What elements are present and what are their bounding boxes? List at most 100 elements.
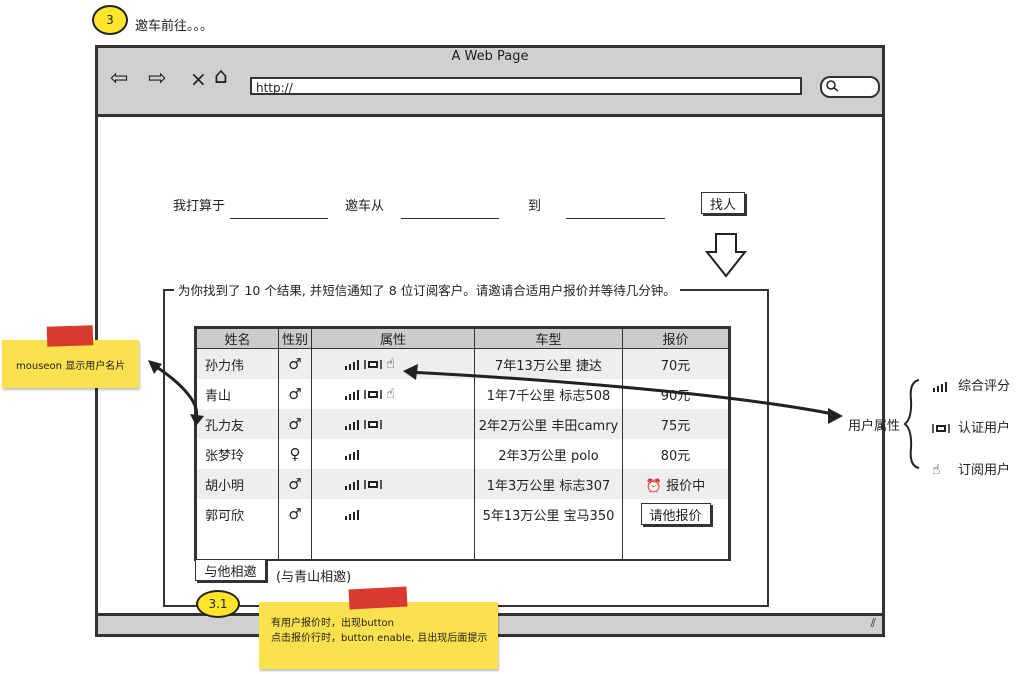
- table-row[interactable]: 孔力友 ♂ 2年2万公里 丰田camry 75元: [196, 409, 729, 439]
- quote-text: 70元: [660, 358, 691, 374]
- cell-attrs: [311, 409, 475, 439]
- table-row[interactable]: 孙力伟 ♂ ☝ 7年13万公里 捷达 70元: [196, 348, 729, 379]
- cell-gender: ♂: [278, 409, 312, 439]
- verified-icon: [364, 389, 382, 399]
- page-title: A Web Page: [451, 49, 529, 64]
- tape-left: [46, 325, 94, 347]
- rating-icon: [345, 359, 359, 370]
- step-badge: 3: [92, 5, 128, 35]
- rating-icon: [345, 479, 359, 490]
- forward-arrow-icon[interactable]: ⇨: [148, 68, 166, 90]
- cell-quote: 请他报价: [622, 499, 729, 529]
- quote-text: 80元: [660, 448, 691, 464]
- quote-text: 报价中: [666, 478, 706, 494]
- cell-name[interactable]: 孔力友: [196, 409, 279, 439]
- date-input[interactable]: [230, 217, 328, 219]
- browser-chrome: A Web Page ⇦ ⇨ × ⌂ http://: [98, 48, 882, 117]
- rating-icon: [933, 382, 947, 392]
- cell-name[interactable]: 孙力伟: [196, 348, 279, 379]
- verified-icon: [932, 424, 950, 433]
- subscribe-icon: ☝: [386, 385, 395, 402]
- cell-name[interactable]: 张梦玲: [196, 439, 279, 469]
- male-icon: ♂: [288, 385, 302, 403]
- back-arrow-icon[interactable]: ⇦: [110, 68, 128, 90]
- to-input[interactable]: [566, 217, 665, 219]
- col-header-quote: 报价: [622, 328, 729, 349]
- clock-icon: ⏰: [645, 478, 663, 494]
- request-quote-button[interactable]: 请他报价: [640, 503, 711, 525]
- verified-icon: [364, 359, 382, 369]
- cell-car: 1年3万公里 标志307: [474, 469, 623, 499]
- legend-title: 用户属性: [848, 419, 901, 434]
- cell-name[interactable]: 胡小明: [196, 469, 279, 499]
- sticky-note-bottom: 有用户报价时，出现button 点击报价行时，button enable, 且出…: [259, 602, 498, 669]
- cell-quote: 90元: [622, 379, 729, 409]
- resize-grip-icon[interactable]: ⫽: [871, 616, 876, 631]
- cell-car: 1年7千公里 标志508: [474, 379, 623, 409]
- invite-button[interactable]: 与他相邀: [195, 559, 266, 581]
- results-table-wrap: 姓名 性别 属性 车型 报价 孙力伟 ♂ ☝ 7年13万公里 捷达 70元 青山 ♂ ☝ 1…: [194, 326, 731, 561]
- cell-name[interactable]: 郭可欣: [196, 499, 279, 529]
- label-to: 到: [528, 199, 542, 214]
- results-table: 姓名 性别 属性 车型 报价 孙力伟 ♂ ☝ 7年13万公里 捷达 70元 青山 ♂ ☝ 1…: [196, 328, 729, 559]
- col-header-gender: 性别: [278, 328, 312, 349]
- verified-icon: [364, 479, 382, 489]
- col-header-attrs: 属性: [311, 328, 475, 349]
- from-input[interactable]: [401, 217, 499, 219]
- label-from: 邀车从: [345, 199, 385, 214]
- browser-search-input[interactable]: [820, 76, 880, 98]
- close-icon[interactable]: ×: [190, 68, 207, 90]
- cell-name[interactable]: 青山: [196, 379, 279, 409]
- quote-text: 75元: [660, 418, 691, 434]
- rating-icon: [345, 419, 359, 430]
- table-row[interactable]: 张梦玲 ♀ 2年3万公里 polo 80元: [196, 439, 729, 469]
- cell-car: 2年2万公里 丰田camry: [474, 409, 623, 439]
- legend-brace: [903, 379, 920, 469]
- cell-gender: ♀: [278, 439, 312, 469]
- rating-icon: [345, 509, 359, 520]
- step-badge-3-1: 3.1: [196, 590, 240, 618]
- quote-text: 90元: [660, 388, 691, 404]
- male-icon: ♂: [288, 415, 302, 433]
- legend-item: ☝ 订阅用户: [932, 459, 1010, 480]
- search-button[interactable]: 找人: [701, 192, 745, 214]
- cell-car: 2年3万公里 polo: [474, 439, 623, 469]
- cell-quote: 75元: [622, 409, 729, 439]
- cell-quote: 70元: [622, 348, 729, 379]
- tape-bottom: [348, 586, 408, 610]
- female-icon: ♀: [289, 445, 301, 463]
- cell-attrs: [311, 439, 475, 469]
- url-input[interactable]: http://: [250, 77, 802, 95]
- cell-attrs: ☝: [311, 348, 475, 379]
- home-icon[interactable]: ⌂: [214, 66, 228, 88]
- subscribe-icon: ☝: [386, 355, 395, 372]
- legend-item-label: 认证用户: [958, 421, 1011, 436]
- results-message: 为你找到了 10 个结果, 并短信通知了 8 位订阅客户。请邀请合适用户报价并等…: [174, 280, 680, 299]
- label-plan: 我打算于: [173, 199, 226, 214]
- cell-gender: ♂: [278, 469, 312, 499]
- table-row[interactable]: 胡小明 ♂ 1年3万公里 标志307 ⏰ 报价中: [196, 469, 729, 499]
- table-row[interactable]: 青山 ♂ ☝ 1年7千公里 标志508 90元: [196, 379, 729, 409]
- step-caption: 邀车前往。。。: [135, 19, 214, 34]
- sticky-note-left-text: mouseon 显示用户名片: [16, 361, 126, 372]
- col-header-name: 姓名: [196, 328, 279, 349]
- verified-icon: [364, 419, 382, 429]
- sticky-note-left: mouseon 显示用户名片: [2, 340, 139, 388]
- table-row[interactable]: 郭可欣 ♂ 5年13万公里 宝马350 请他报价: [196, 499, 729, 529]
- invite-note: (与青山相邀): [276, 570, 352, 585]
- cell-car: 7年13万公里 捷达: [474, 348, 623, 379]
- legend-item-label: 订阅用户: [958, 463, 1011, 478]
- cell-gender: ♂: [278, 379, 312, 409]
- cell-gender: ♂: [278, 499, 312, 529]
- cell-gender: ♂: [278, 348, 312, 379]
- down-arrow-icon: [705, 233, 747, 278]
- cell-attrs: ☝: [311, 379, 475, 409]
- sticky-note-bottom-line1: 有用户报价时，出现button: [271, 618, 394, 629]
- cell-attrs: [311, 469, 475, 499]
- legend-list: 综合评分认证用户 ☝ 订阅用户: [932, 375, 1010, 501]
- cell-quote: 80元: [622, 439, 729, 469]
- male-icon: ♂: [288, 475, 302, 493]
- rating-icon: [345, 389, 359, 400]
- subscribe-icon: ☝: [932, 462, 941, 478]
- legend-item: 综合评分: [932, 375, 1010, 396]
